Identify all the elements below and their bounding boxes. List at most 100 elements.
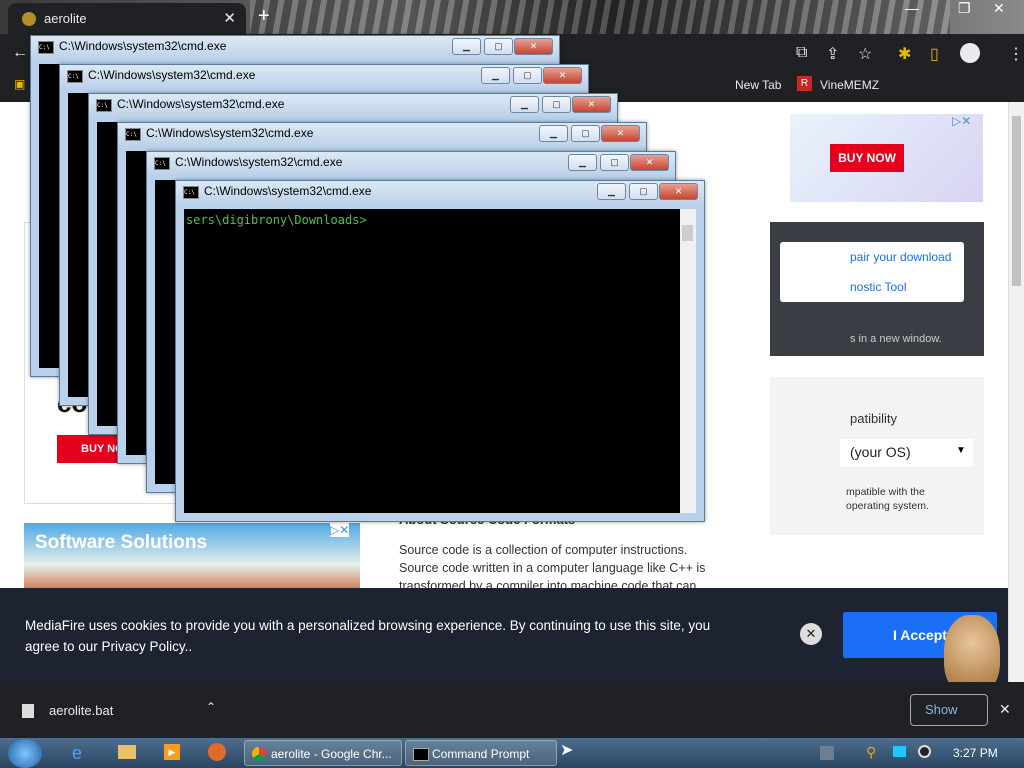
cmd-title-bar[interactable]: C:\ C:\Windows\system32\cmd.exe ▁ ▢ ✕ [176,181,704,203]
compatibility-heading: patibility [850,411,897,426]
window-minimize-button[interactable]: — [905,0,919,16]
media-player-icon[interactable]: ▶ [164,744,180,760]
page-scrollbar-thumb[interactable] [1012,116,1021,286]
cmd-icon: C:\ [183,186,199,199]
page-scrollbar[interactable] [1008,102,1024,682]
taskbar-chrome-button[interactable]: aerolite - Google Chr... [244,740,402,766]
tab-title: aerolite [44,11,87,26]
taskbar-chrome-label: aerolite - Google Chr... [271,747,392,761]
ad-software-solutions-title: Software Solutions [35,532,208,553]
cookie-close-icon[interactable]: ✕ [800,623,822,645]
cmd-close-button[interactable]: ✕ [659,183,698,200]
cookie-text: MediaFire uses cookies to provide you wi… [25,618,711,654]
cmd-maximize-button[interactable]: ▢ [600,154,629,171]
tray-search-icon[interactable]: ⚲ [866,744,876,761]
chrome-icon [252,747,266,761]
download-bar: aerolite.bat ⌃ Show ✕ [0,682,1024,738]
os-select-value: (your OS) [850,444,911,460]
paint-icon[interactable] [208,743,226,761]
taskbar-cmd-button[interactable]: Command Prompt [405,740,557,766]
blocked-popup-icon[interactable]: ⧉ [796,44,807,62]
ad-buy-now-button[interactable]: BUY NOW [830,144,904,172]
show-all-label: Show [925,702,958,717]
browser-tab[interactable]: aerolite ✕ [8,3,246,34]
share-icon[interactable]: ⇪ [826,44,839,64]
bookmark-new-tab[interactable]: New Tab [735,78,781,92]
cmd-title-bar[interactable]: C:\ C:\Windows\system32\cmd.exe ▁ ▢ ✕ [60,65,588,87]
tab-favicon-icon [22,12,36,26]
ad-choices-icon[interactable]: ▷✕ [952,114,971,128]
cmd-minimize-button[interactable]: ▁ [597,183,626,200]
profile-avatar-icon[interactable] [960,43,980,63]
compat-note-line-2: operating system. [846,500,929,512]
cmd-close-button[interactable]: ✕ [543,67,582,84]
bookmark-star-icon[interactable]: ☆ [858,44,872,64]
ad-banner-top-right[interactable]: BUY NOW ▷✕ [790,114,983,202]
diagnostic-tool-link[interactable]: nostic Tool [850,280,906,294]
explorer-folder-icon[interactable] [118,745,136,759]
download-bar-close-icon[interactable]: ✕ [999,701,1011,718]
compatibility-panel: patibility (your OS) ▼ mpatible with the… [770,377,984,535]
cmd-title-bar[interactable]: C:\ C:\Windows\system32\cmd.exe ▁ ▢ ✕ [89,94,617,116]
ad-software-solutions[interactable]: Software Solutions ▷✕ [24,523,360,593]
cmd-icon: C:\ [154,157,170,170]
cmd-icon: C:\ [67,70,83,83]
cmd-title-bar[interactable]: C:\ C:\Windows\system32\cmd.exe ▁ ▢ ✕ [118,123,646,145]
download-file-name[interactable]: aerolite.bat [49,703,113,718]
cmd-title: C:\Windows\system32\cmd.exe [204,184,372,198]
repair-links-box: pair your download nostic Tool [780,242,964,302]
cmd-close-button[interactable]: ✕ [514,38,553,55]
cmd-maximize-button[interactable]: ▢ [542,96,571,113]
cmd-icon [413,748,429,761]
cmd-close-button[interactable]: ✕ [630,154,669,171]
cmd-window[interactable]: C:\ C:\Windows\system32\cmd.exe ▁ ▢ ✕ sers\di… [175,180,705,522]
extensions-icon[interactable]: ✱ [898,44,911,64]
cmd-minimize-button[interactable]: ▁ [510,96,539,113]
os-select[interactable]: (your OS) ▼ [840,439,973,467]
cmd-title: C:\Windows\system32\cmd.exe [146,126,314,140]
cmd-title: C:\Windows\system32\cmd.exe [117,97,285,111]
cmd-minimize-button[interactable]: ▁ [481,67,510,84]
cmd-title-bar[interactable]: C:\ C:\Windows\system32\cmd.exe ▁ ▢ ✕ [31,36,559,58]
tray-speaker-icon[interactable] [918,745,931,758]
cmd-scrollbar-thumb[interactable] [682,225,693,241]
compat-note: mpatible with the operating system. [846,485,929,513]
side-panel-icon[interactable]: ▯ [930,44,939,64]
taskbar-cmd-label: Command Prompt [432,747,530,761]
about-text: Source code is a collection of computer … [399,543,706,593]
window-close-button[interactable]: ✕ [993,0,1005,17]
menu-icon[interactable]: ⋮ [1008,44,1024,64]
wallpaper-scribble [250,0,950,34]
tray-monitor-icon[interactable] [893,746,906,757]
download-options-chevron-icon[interactable]: ⌃ [206,700,216,714]
back-icon[interactable]: ← [12,44,28,62]
apps-icon[interactable]: ▣ [14,77,25,91]
compat-note-line-1: mpatible with the [846,486,925,498]
cmd-maximize-button[interactable]: ▢ [571,125,600,142]
tray-network-icon[interactable] [820,746,834,760]
cmd-minimize-button[interactable]: ▁ [539,125,568,142]
internet-explorer-icon[interactable]: e [72,743,82,764]
cmd-maximize-button[interactable]: ▢ [484,38,513,55]
repair-download-link[interactable]: pair your download [850,250,951,264]
cmd-maximize-button[interactable]: ▢ [629,183,658,200]
new-window-note: s in a new window. [850,333,942,345]
tab-close-icon[interactable]: ✕ [223,9,236,27]
cmd-title-bar[interactable]: C:\ C:\Windows\system32\cmd.exe ▁ ▢ ✕ [147,152,675,174]
start-button[interactable] [8,739,42,768]
bookmark-vinememz[interactable]: VineMEMZ [820,78,879,92]
taskbar-clock[interactable]: 3:27 PM [953,746,998,760]
cmd-minimize-button[interactable]: ▁ [452,38,481,55]
cookie-accept-label: I Accept [893,627,947,643]
show-all-button[interactable]: Show [910,694,988,726]
cmd-maximize-button[interactable]: ▢ [513,67,542,84]
cmd-icon: C:\ [125,128,141,141]
cmd-console[interactable]: sers\digibrony\Downloads> [184,209,696,513]
ad-choices-icon[interactable]: ▷✕ [330,523,350,537]
cmd-scrollbar[interactable] [680,209,696,513]
cmd-close-button[interactable]: ✕ [572,96,611,113]
window-restore-button[interactable]: ❐ [958,0,971,17]
cmd-minimize-button[interactable]: ▁ [568,154,597,171]
new-tab-button[interactable]: + [258,5,270,28]
cmd-close-button[interactable]: ✕ [601,125,640,142]
